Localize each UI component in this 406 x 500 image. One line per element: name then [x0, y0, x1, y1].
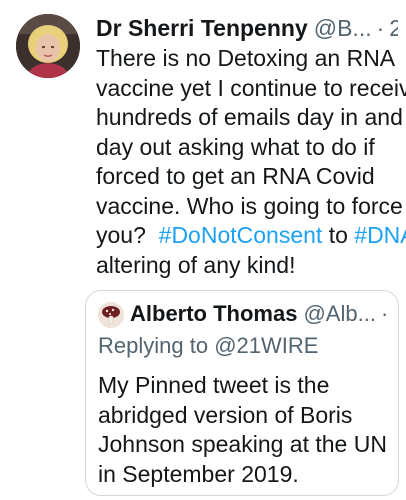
header-separator: ·	[376, 15, 385, 41]
quoted-avatar-photo	[98, 302, 124, 328]
tweet-text-line: vaccine yet I continue to receive	[96, 74, 406, 101]
quoted-avatar[interactable]	[98, 302, 124, 328]
quoted-tweet-text: My Pinned tweet is the abridged version …	[98, 371, 388, 489]
tweet-text-line: vaccine. Who is going to force	[96, 192, 403, 219]
tweet-text-line: day out asking what to do if	[96, 133, 375, 160]
quoted-header-separator: ·	[380, 301, 388, 326]
quoted-tweet[interactable]: Alberto Thomas @Alb... · 1d Replying to …	[85, 290, 399, 496]
tweet-text-line: forced to get an RNA Covid	[96, 163, 375, 189]
quoted-text-line: Johnson speaking at the UN	[98, 431, 387, 457]
quoted-text-line: in September 2019.	[98, 460, 299, 487]
hashtag-link-donotconsent[interactable]: #DoNotConsent	[159, 222, 323, 248]
quoted-text-line: My Pinned tweet is the	[98, 372, 330, 398]
tweet-timestamp[interactable]: 21h	[389, 12, 398, 44]
quoted-author-handle[interactable]: @Alb...	[303, 299, 375, 329]
avatar-photo	[16, 14, 80, 78]
tweet-text: There is no Detoxing an RNA vaccine yet …	[96, 44, 406, 280]
replying-to: Replying to @21WIRE	[98, 331, 318, 361]
quoted-text-line: abridged version of Boris	[98, 401, 353, 428]
quoted-author-name[interactable]: Alberto Thomas	[130, 299, 297, 329]
tweet-text-line-hashtags: you? #DoNotConsent to #DNA	[96, 221, 406, 251]
author-handle[interactable]: @B...	[314, 12, 372, 44]
tweet[interactable]: Dr Sherri Tenpenny @B... · 21h There is …	[0, 0, 406, 500]
author-name[interactable]: Dr Sherri Tenpenny	[96, 12, 308, 44]
replying-to-label: Replying to	[98, 333, 215, 358]
quoted-tweet-header: Alberto Thomas @Alb... · 1d	[130, 299, 388, 329]
tweet-text-line: There is no Detoxing an RNA	[96, 45, 396, 71]
tweet-text-line: hundreds of emails day in and	[96, 104, 403, 130]
replying-to-mention[interactable]: @21WIRE	[214, 333, 318, 358]
tweet-text-fragment: to	[322, 222, 355, 248]
tweet-header: Dr Sherri Tenpenny @B... · 21h	[96, 12, 398, 44]
avatar[interactable]	[16, 14, 80, 78]
hashtag-link-dna[interactable]: #DNA	[354, 222, 406, 248]
tweet-text-fragment: you?	[96, 222, 159, 248]
tweet-text-line: altering of any kind!	[96, 251, 296, 278]
